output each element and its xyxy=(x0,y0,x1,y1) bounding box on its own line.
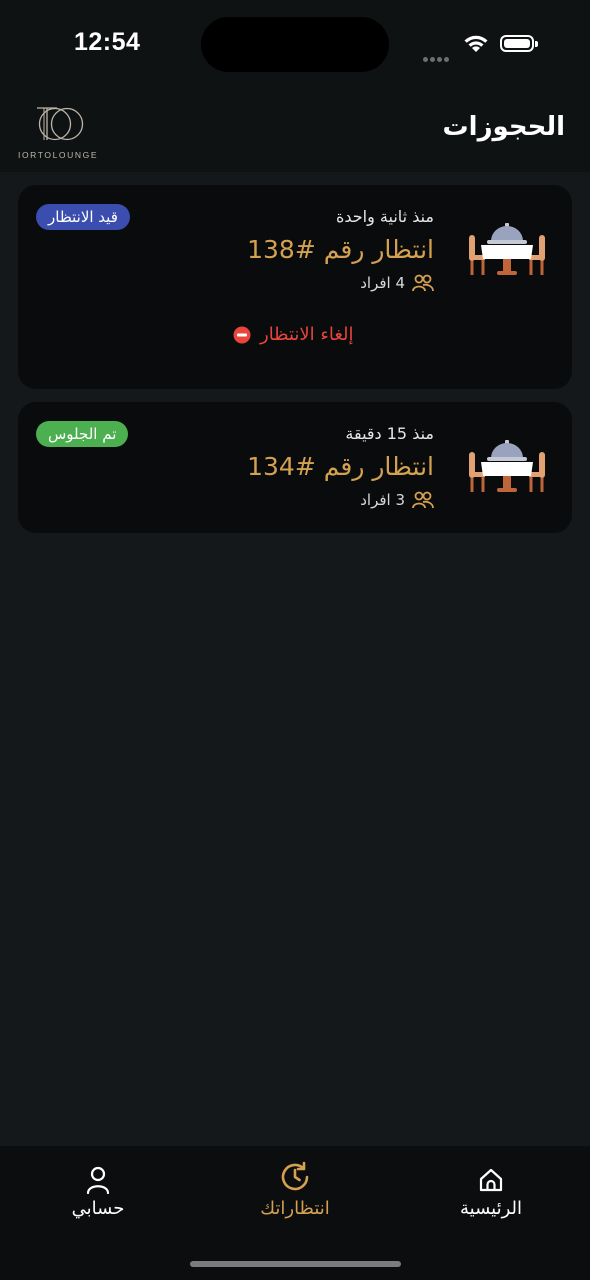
reservation-card[interactable]: منذ 15 دقيقة انتظار رقم #134 3 افراد تم … xyxy=(18,402,572,533)
tab-home-label: الرئيسية xyxy=(460,1198,522,1219)
people-icon xyxy=(412,274,434,292)
dining-table-icon xyxy=(469,223,545,275)
status-time: 12:54 xyxy=(74,28,141,56)
status-bar: 12:54 xyxy=(0,0,590,90)
app-header: IORTOLOUNGE الحجوزات xyxy=(0,90,590,172)
party-size: 4 افراد xyxy=(360,274,434,292)
dining-table-icon xyxy=(469,440,545,492)
cancel-waiting-button[interactable]: إلغاء الانتظار xyxy=(233,324,354,345)
clock-refresh-icon xyxy=(281,1161,309,1191)
tab-home[interactable]: الرئيسية xyxy=(421,1160,561,1219)
tab-account-label: حسابي xyxy=(71,1198,125,1219)
tab-bar: الرئيسية انتظاراتك حسابي xyxy=(0,1146,590,1280)
page-title: الحجوزات xyxy=(442,112,565,142)
signal-icon xyxy=(423,47,451,66)
reservation-title: انتظار رقم #138 xyxy=(247,235,434,264)
people-icon xyxy=(412,491,434,509)
party-size-label: 4 افراد xyxy=(360,274,405,292)
status-badge: تم الجلوس xyxy=(36,421,129,447)
home-indicator[interactable] xyxy=(190,1261,401,1267)
reservation-title: انتظار رقم #134 xyxy=(247,452,434,481)
user-icon xyxy=(86,1166,110,1194)
wifi-icon xyxy=(464,35,488,52)
brand-logo: IORTOLOUNGE xyxy=(18,104,98,160)
tab-queue[interactable]: انتظاراتك xyxy=(225,1160,365,1219)
logo-icon xyxy=(37,107,84,141)
reservation-card[interactable]: منذ ثانية واحدة انتظار رقم #138 4 افراد … xyxy=(18,185,572,389)
dynamic-island xyxy=(201,17,389,72)
logo-text: IORTOLOUNGE xyxy=(18,150,99,160)
status-badge: قيد الانتظار xyxy=(36,204,130,230)
reservation-time-ago: منذ ثانية واحدة xyxy=(336,207,434,226)
tab-queue-label: انتظاراتك xyxy=(260,1198,330,1219)
reservation-time-ago: منذ 15 دقيقة xyxy=(345,424,434,443)
party-size: 3 افراد xyxy=(360,491,434,509)
battery-icon xyxy=(500,35,538,52)
home-icon xyxy=(479,1168,503,1192)
no-entry-icon xyxy=(233,326,251,343)
party-size-label: 3 افراد xyxy=(360,491,405,509)
tab-account[interactable]: حسابي xyxy=(28,1160,168,1219)
cancel-waiting-label: إلغاء الانتظار xyxy=(260,324,354,345)
